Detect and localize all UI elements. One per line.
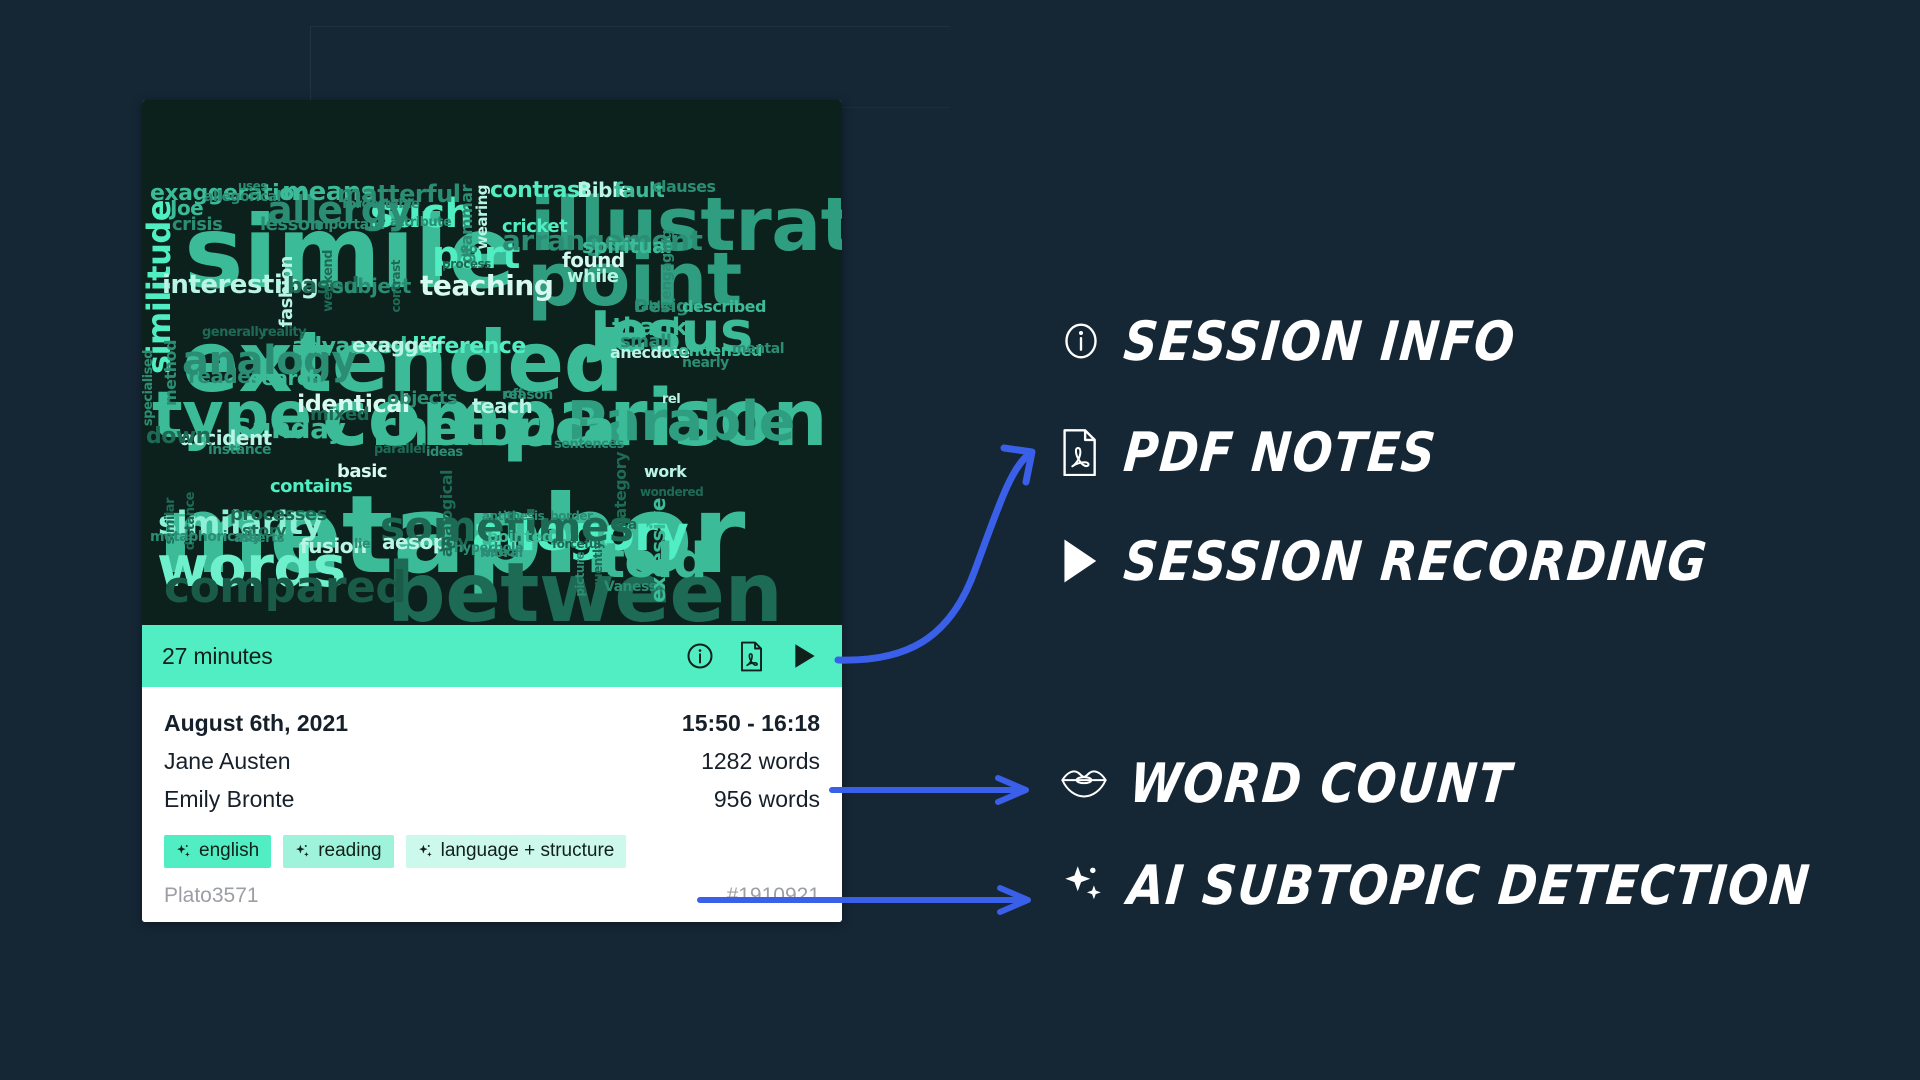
background-artifact-box (310, 26, 950, 108)
table-row: Emily Bronte 956 words (164, 781, 820, 819)
table-row: Jane Austen 1282 words (164, 743, 820, 781)
word-cloud-word: Fables (634, 299, 675, 313)
word-cloud-word: ideas (426, 445, 463, 460)
participant-name: Emily Bronte (164, 786, 295, 812)
word-cloud-word: uses (238, 179, 267, 193)
annotation-ai-subtopic-detection: AI SUBTOPIC DETECTION (1062, 853, 1813, 917)
word-cloud-word: while (567, 266, 619, 287)
subtopic-tag-label: english (199, 840, 260, 861)
word-cloud-word: parallel (374, 442, 426, 457)
card-footer: Plato3571 #1910921 (142, 882, 842, 922)
word-cloud-word: lie (354, 537, 371, 552)
word-cloud-word: sentences (554, 437, 624, 452)
word-cloud-word: crisis (172, 214, 223, 235)
word-cloud-word: cricket (502, 216, 568, 237)
subtopic-tag-label: reading (318, 840, 382, 861)
word-cloud-word: process (442, 257, 491, 271)
subtopic-tag[interactable]: reading (283, 835, 394, 868)
sparkle-icon (418, 844, 432, 857)
session-time-range: 15:50 - 16:18 (681, 710, 820, 736)
play-icon (1056, 535, 1102, 587)
word-cloud-word: attribute (390, 215, 452, 230)
annotation-session-info: SESSION INFO (1060, 309, 1519, 373)
word-cloud-word: allegorical (204, 189, 281, 205)
word-cloud-word: contains (270, 476, 353, 497)
word-cloud-word: described (682, 297, 766, 316)
word-cloud-word: asserts (234, 531, 284, 546)
annotation-label: WORD COUNT (1127, 751, 1515, 815)
play-icon[interactable] (788, 640, 820, 672)
word-cloud-word: contrast (389, 260, 403, 313)
subtopic-tag[interactable]: language + structure (405, 835, 627, 868)
annotation-pdf-notes: PDF NOTES (1058, 420, 1439, 484)
word-cloud-word: search (250, 366, 322, 390)
word-cloud-word: exagger (352, 333, 441, 357)
sparkle-icon (177, 844, 190, 857)
word-cloud-word: wondered (640, 485, 704, 499)
card-details: August 6th, 2021 15:50 - 16:18 Jane Aust… (142, 687, 842, 868)
word-cloud-word: mental (732, 341, 785, 357)
participant-word-count: 1282 words (701, 748, 820, 774)
info-circle-icon[interactable] (685, 641, 715, 671)
sparkle-icon (296, 844, 309, 857)
pdf-file-icon[interactable] (737, 641, 766, 672)
word-cloud-word: wearing (473, 185, 491, 250)
word-cloud-word: nearly (682, 355, 729, 371)
annotation-label: AI SUBTOPIC DETECTION (1125, 853, 1814, 917)
lips-icon (1060, 766, 1108, 800)
word-cloud-word: clauses (652, 177, 716, 196)
word-cloud-word: frequently (591, 542, 605, 608)
word-cloud-word: forgettable (342, 197, 420, 212)
session-duration: 27 minutes (162, 642, 273, 669)
word-cloud-word: sa (620, 517, 637, 533)
word-cloud-word: reader (188, 364, 260, 388)
word-cloud-word: objects (387, 388, 458, 409)
annotation-label: SESSION INFO (1121, 309, 1519, 373)
word-cloud-word: specialised (142, 350, 156, 427)
word-cloud-word: important (310, 217, 385, 233)
word-cloud-word: off (504, 387, 523, 402)
word-cloud-word: picture (573, 552, 587, 597)
pdf-file-icon (1058, 428, 1102, 476)
word-cloud-word: generally (202, 325, 267, 340)
session-id: #1910921 (726, 884, 820, 907)
word-cloud-word: analogical (437, 470, 456, 558)
subtopic-tag[interactable]: english (164, 835, 272, 868)
username: Plato3571 (164, 884, 259, 907)
word-cloud-word: moral (480, 545, 523, 561)
table-row: August 6th, 2021 15:50 - 16:18 (164, 705, 820, 743)
subtopic-tag-label: language + structure (440, 840, 615, 861)
word-cloud-word: engaging (659, 230, 675, 300)
word-cloud-word: go (460, 242, 478, 257)
session-date: August 6th, 2021 (164, 710, 349, 736)
sparkle-icon (1062, 863, 1106, 907)
word-cloud-word: down (146, 424, 211, 449)
word-cloud-word: pointed (487, 527, 553, 546)
subtopic-tag-list: english reading language + structure (164, 835, 820, 868)
word-cloud-word: weekend (321, 250, 336, 312)
info-circle-icon (1060, 320, 1102, 362)
word-cloud-word: instance (208, 442, 272, 458)
word-cloud-word: reality (262, 325, 307, 340)
word-cloud-word: rel (662, 392, 681, 407)
word-cloud-word: method (161, 340, 180, 407)
word-cloud-word: antithesis (482, 509, 545, 523)
word-cloud-word: border (550, 509, 593, 523)
participant-word-count: 956 words (713, 786, 820, 812)
session-card[interactable]: metaphor simile extended comparison between i… (142, 100, 842, 922)
word-cloud-word: teaching (420, 269, 554, 302)
annotation-session-recording: SESSION RECORDING (1056, 529, 1710, 593)
word-cloud: metaphor simile extended comparison between i… (142, 100, 842, 625)
annotation-label: PDF NOTES (1121, 420, 1440, 484)
word-cloud-word: work (644, 462, 687, 481)
annotation-word-count: WORD COUNT (1060, 751, 1515, 815)
word-cloud-word: compared (164, 562, 407, 613)
word-cloud-word: excessive (646, 498, 670, 603)
annotation-label: SESSION RECORDING (1121, 529, 1711, 593)
word-cloud-word: contrast (490, 178, 590, 203)
card-action-bar: 27 minutes (142, 625, 842, 687)
word-cloud-word: mixed (310, 404, 370, 425)
participant-name: Jane Austen (164, 748, 291, 774)
